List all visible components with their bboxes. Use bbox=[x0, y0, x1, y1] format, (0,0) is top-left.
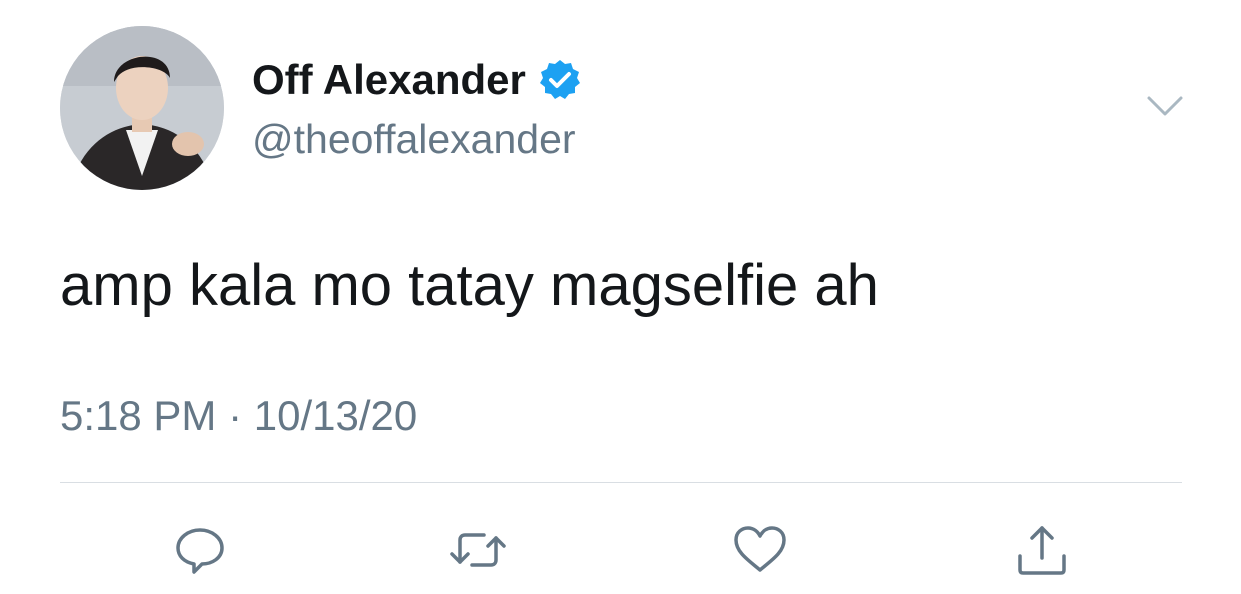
avatar-image bbox=[60, 26, 224, 190]
retweet-icon bbox=[450, 533, 506, 567]
display-name[interactable]: Off Alexander bbox=[252, 56, 526, 104]
divider bbox=[60, 482, 1182, 483]
avatar[interactable] bbox=[60, 26, 224, 190]
reply-button[interactable] bbox=[170, 520, 230, 580]
share-icon bbox=[1018, 526, 1066, 575]
heart-icon bbox=[734, 526, 786, 572]
share-button[interactable] bbox=[1012, 520, 1072, 580]
user-handle[interactable]: @theoffalexander bbox=[252, 116, 576, 163]
reply-icon bbox=[176, 528, 224, 574]
verified-badge-icon bbox=[538, 58, 582, 102]
retweet-button[interactable] bbox=[448, 520, 508, 580]
display-name-row[interactable]: Off Alexander bbox=[252, 56, 582, 104]
tweet-text: amp kala mo tatay magselfie ah bbox=[60, 253, 879, 318]
like-button[interactable] bbox=[730, 520, 790, 580]
tweet-timestamp[interactable]: 5:18 PM · 10/13/20 bbox=[60, 392, 417, 440]
chevron-down-icon[interactable] bbox=[1145, 92, 1185, 120]
